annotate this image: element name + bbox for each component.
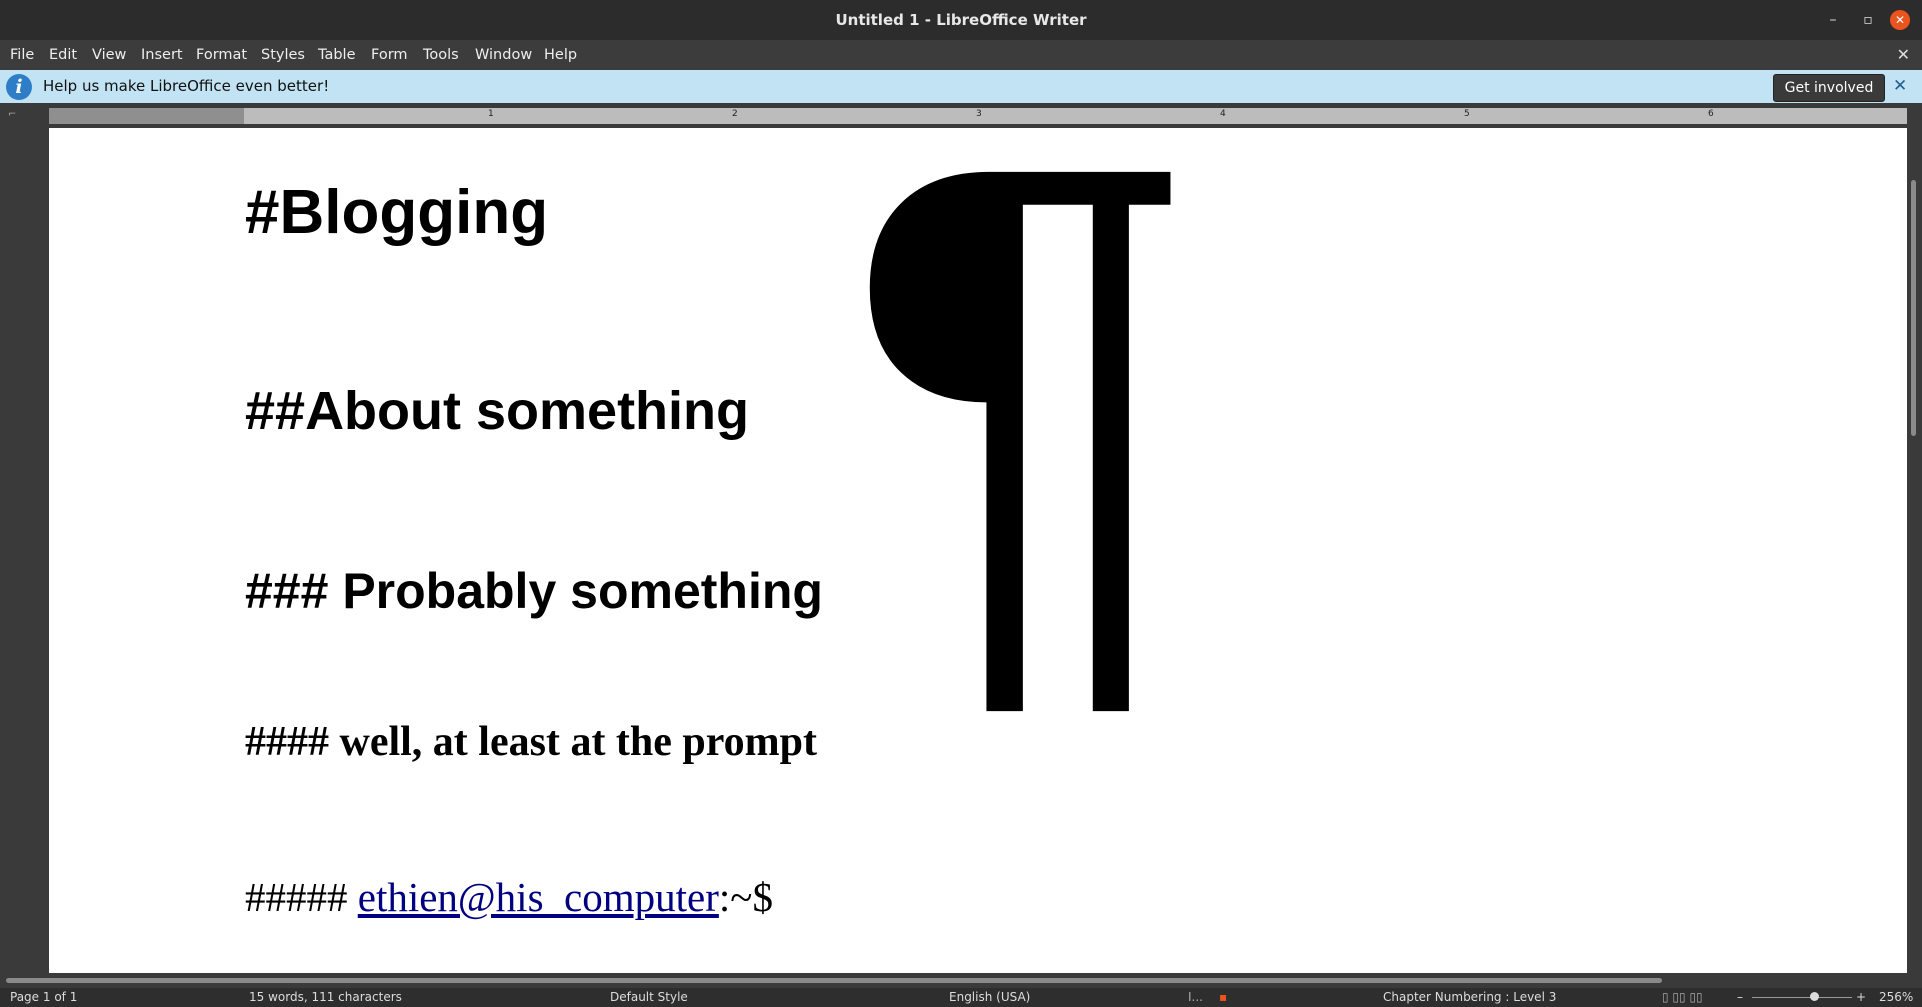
- ruler-number: 1: [488, 109, 494, 119]
- menu-format[interactable]: Format: [194, 40, 249, 70]
- menu-edit[interactable]: Edit: [47, 40, 79, 70]
- vertical-scrollbar-thumb[interactable]: [1911, 180, 1916, 436]
- outline-level-status: Chapter Numbering : Level 3: [1383, 990, 1557, 1004]
- vertical-scrollbar[interactable]: [1907, 128, 1922, 973]
- menu-tools[interactable]: Tools: [421, 40, 461, 70]
- word-count-status[interactable]: 15 words, 111 characters: [249, 988, 402, 1007]
- heading-4[interactable]: #### well, at least at the prompt: [245, 718, 817, 766]
- email-link[interactable]: ethien@his_computer: [358, 874, 719, 920]
- zoom-out-icon[interactable]: –: [1737, 988, 1743, 1007]
- heading-2[interactable]: ##About something: [245, 380, 749, 442]
- horizontal-scrollbar[interactable]: [0, 973, 1922, 988]
- menu-window[interactable]: Window: [473, 40, 534, 70]
- document-modified-icon[interactable]: ▪: [1219, 988, 1227, 1007]
- maximize-button[interactable]: ▫: [1858, 10, 1878, 30]
- horizontal-ruler[interactable]: 1 2 3 4 5 6: [49, 108, 1907, 124]
- tab-stop-selector-icon[interactable]: ⌐: [8, 109, 16, 120]
- ruler-number: 3: [976, 109, 982, 119]
- title-bar: Untitled 1 - LibreOffice Writer – ▫ ✕: [0, 0, 1922, 40]
- zoom-in-icon[interactable]: +: [1856, 988, 1866, 1007]
- zoom-slider[interactable]: [1752, 997, 1852, 998]
- minimize-button[interactable]: –: [1823, 10, 1843, 30]
- menu-view[interactable]: View: [90, 40, 128, 70]
- status-bar: Page 1 of 1 15 words, 111 characters Def…: [0, 988, 1922, 1007]
- zoom-slider-handle[interactable]: [1810, 992, 1819, 1001]
- zoom-level[interactable]: 256%: [1879, 988, 1913, 1007]
- selection-mode-icon[interactable]: I...: [1188, 988, 1203, 1007]
- close-window-button[interactable]: ✕: [1890, 10, 1910, 30]
- menu-table[interactable]: Table: [316, 40, 358, 70]
- menu-bar: File Edit View Insert Format Styles Tabl…: [0, 40, 1922, 70]
- language-status[interactable]: English (USA): [949, 988, 1030, 1007]
- info-bar: i Help us make LibreOffice even better! …: [0, 70, 1922, 103]
- pilcrow-mark: ¶: [844, 128, 1199, 766]
- heading-3[interactable]: ### Probably something: [245, 562, 823, 620]
- info-icon: i: [6, 74, 32, 100]
- menu-styles[interactable]: Styles: [259, 40, 307, 70]
- infobar-close-icon[interactable]: ✕: [1893, 70, 1907, 103]
- heading-5-prefix: #####: [245, 874, 358, 920]
- get-involved-button[interactable]: Get involved: [1773, 74, 1885, 102]
- menu-form[interactable]: Form: [369, 40, 410, 70]
- page-number-status[interactable]: Page 1 of 1: [10, 988, 77, 1007]
- page-style-status[interactable]: Default Style: [610, 988, 688, 1007]
- info-message: Help us make LibreOffice even better!: [43, 77, 330, 95]
- heading-5-suffix: :~$: [718, 874, 773, 920]
- ruler-number: 6: [1708, 109, 1714, 119]
- ruler-left-margin: [49, 108, 244, 124]
- heading-1[interactable]: #Blogging: [245, 177, 548, 248]
- ruler-number: 4: [1220, 109, 1226, 119]
- view-layout-icon[interactable]: ▯ ▯▯ ▯▯: [1662, 988, 1703, 1007]
- heading-5[interactable]: ##### ethien@his_computer:~$: [245, 873, 773, 921]
- document-page[interactable]: ¶ #Blogging ##About something ### Probab…: [49, 128, 1907, 973]
- ruler-row: ⌐ 1 2 3 4 5 6: [0, 103, 1922, 128]
- close-document-icon[interactable]: ✕: [1897, 40, 1910, 70]
- ruler-number: 2: [732, 109, 738, 119]
- menu-insert[interactable]: Insert: [139, 40, 185, 70]
- ruler-number: 5: [1464, 109, 1470, 119]
- menu-file[interactable]: File: [8, 40, 36, 70]
- window-title: Untitled 1 - LibreOffice Writer: [835, 11, 1087, 29]
- horizontal-scrollbar-thumb[interactable]: [6, 978, 1662, 983]
- menu-help[interactable]: Help: [542, 40, 579, 70]
